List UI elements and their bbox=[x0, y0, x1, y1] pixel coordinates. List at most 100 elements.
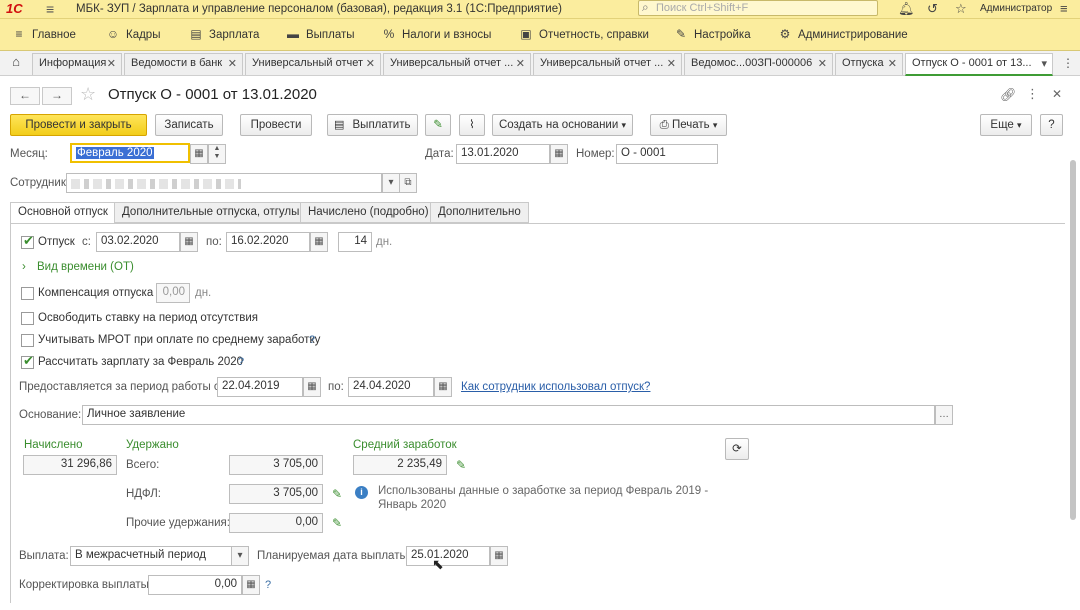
date-input[interactable]: 13.01.2020 bbox=[456, 144, 550, 164]
pencil-icon[interactable]: ✎ bbox=[332, 516, 342, 530]
print-button[interactable]: ⎙ Печать ▾ bbox=[650, 114, 727, 136]
basis-input[interactable]: Личное заявление bbox=[82, 405, 935, 425]
close-icon[interactable]: ✕ bbox=[888, 57, 897, 70]
close-icon[interactable]: ✕ bbox=[228, 57, 237, 70]
employee-dropdown-button[interactable]: ▾ bbox=[382, 173, 400, 193]
tab-information[interactable]: Информация ✕ bbox=[32, 53, 122, 75]
more-tabs-icon[interactable]: ⋮ bbox=[1062, 56, 1074, 70]
save-button[interactable]: Записать bbox=[155, 114, 223, 136]
period-from-calendar-button[interactable]: ▦ bbox=[303, 377, 321, 397]
correction-calculator-button[interactable]: ▦ bbox=[242, 575, 260, 595]
help-icon[interactable]: ? bbox=[265, 579, 271, 591]
close-icon[interactable]: ✕ bbox=[516, 57, 525, 70]
calculator-icon: ▤ bbox=[190, 27, 202, 41]
correction-input[interactable]: 0,00 bbox=[148, 575, 242, 595]
month-stepper[interactable]: ▲ ▼ bbox=[208, 144, 226, 164]
mrot-checkbox[interactable] bbox=[21, 334, 34, 347]
close-icon[interactable]: ✕ bbox=[667, 57, 676, 70]
menu-item-personnel[interactable]: ☺ Кадры bbox=[106, 27, 161, 41]
compensation-checkbox[interactable] bbox=[21, 287, 34, 300]
tab-universal-report-1[interactable]: Универсальный отчет ✕ bbox=[245, 53, 381, 75]
tab-accrued-details[interactable]: Начислено (подробно) bbox=[300, 202, 437, 223]
tab-universal-report-2[interactable]: Универсальный отчет ... ✕ bbox=[383, 53, 531, 75]
menu-item-payments[interactable]: ▬ Выплаты bbox=[286, 27, 355, 41]
more-vertical-icon[interactable]: ⋮ bbox=[1026, 86, 1039, 102]
home-icon[interactable]: ⌂ bbox=[4, 54, 28, 74]
calc-salary-checkbox[interactable] bbox=[21, 353, 34, 369]
close-icon[interactable]: ✕ bbox=[1052, 87, 1062, 101]
menu-item-taxes[interactable]: % Налоги и взносы bbox=[382, 27, 492, 41]
pencil-icon: ✎ bbox=[433, 119, 443, 131]
basis-select-button[interactable]: … bbox=[935, 405, 953, 425]
create-based-on-button[interactable]: Создать на основании ▾ bbox=[492, 114, 633, 136]
tab-bank-statements[interactable]: Ведомости в банк ✕ bbox=[124, 53, 243, 75]
window-menu-icon[interactable]: ≡ bbox=[1060, 1, 1068, 16]
payout-dropdown-button[interactable]: ▾ bbox=[231, 546, 249, 566]
free-rate-checkbox[interactable] bbox=[21, 312, 34, 325]
payout-select[interactable]: В межрасчетный период bbox=[70, 546, 232, 566]
menu-item-main[interactable]: ≡ Главное bbox=[12, 27, 75, 41]
refresh-button[interactable]: ⟳ bbox=[725, 438, 749, 460]
tab-universal-report-3[interactable]: Универсальный отчет ... ✕ bbox=[533, 53, 682, 75]
help-icon[interactable]: ? bbox=[309, 334, 315, 346]
favorites-star-icon[interactable]: ☆ bbox=[955, 1, 967, 17]
post-and-close-button[interactable]: Провести и закрыть bbox=[10, 114, 147, 136]
month-input[interactable]: Февраль 2020 bbox=[70, 143, 190, 163]
number-input[interactable]: О - 0001 bbox=[616, 144, 718, 164]
forward-button[interactable]: → bbox=[42, 87, 72, 105]
close-icon[interactable]: ✕ bbox=[818, 57, 827, 70]
chevron-right-icon[interactable]: › bbox=[22, 261, 26, 273]
tab-additional-vacations[interactable]: Дополнительные отпуска, отгулы bbox=[114, 202, 308, 223]
days-input[interactable]: 14 bbox=[338, 232, 372, 252]
edit-button[interactable]: ✎ bbox=[425, 114, 451, 136]
menu-icon[interactable]: ≡ bbox=[46, 1, 54, 17]
tab-vacations[interactable]: Отпуска ✕ bbox=[835, 53, 903, 75]
menu-item-settings[interactable]: ✎ Настройка bbox=[674, 27, 751, 41]
vacation-usage-link[interactable]: Как сотрудник использовал отпуск? bbox=[461, 381, 650, 393]
period-from-input[interactable]: 22.04.2019 bbox=[217, 377, 303, 397]
to-calendar-button[interactable]: ▦ bbox=[310, 232, 328, 252]
menu-item-administration[interactable]: ⚙ Администрирование bbox=[778, 27, 908, 41]
from-calendar-button[interactable]: ▦ bbox=[180, 232, 198, 252]
back-button[interactable]: ← bbox=[10, 87, 40, 105]
pencil-icon[interactable]: ✎ bbox=[332, 487, 342, 501]
planned-date-input[interactable]: 25.01.2020 bbox=[406, 546, 490, 566]
vacation-to-input[interactable]: 16.02.2020 bbox=[226, 232, 310, 252]
scrollbar-thumb[interactable] bbox=[1070, 160, 1076, 520]
calendar-button[interactable]: ▦ bbox=[190, 144, 208, 164]
period-to-input[interactable]: 24.04.2020 bbox=[348, 377, 434, 397]
vacation-checkbox[interactable] bbox=[21, 233, 34, 249]
favorite-star-icon[interactable]: ☆ bbox=[80, 84, 96, 105]
tab-main-vacation[interactable]: Основной отпуск bbox=[10, 202, 116, 224]
planned-date-label: Планируемая дата выплаты: bbox=[257, 550, 411, 562]
pay-button[interactable]: ▤ Выплатить bbox=[327, 114, 418, 136]
vertical-scrollbar[interactable] bbox=[1069, 160, 1077, 600]
time-type-link[interactable]: Вид времени (ОТ) bbox=[37, 261, 134, 273]
close-icon[interactable]: ✕ bbox=[366, 57, 375, 70]
tab-statement-document[interactable]: Ведомос...00ЗП-000006 ✕ bbox=[684, 53, 833, 75]
bell-icon[interactable]: 🔔︎ bbox=[898, 1, 915, 17]
tab-vacation-document[interactable]: Отпуск О - 0001 от 13... ▾ bbox=[905, 53, 1053, 76]
help-icon[interactable]: ? bbox=[238, 356, 244, 368]
compensation-days-input[interactable]: 0,00 bbox=[156, 283, 190, 303]
tab-additional[interactable]: Дополнительно bbox=[430, 202, 529, 223]
menu-item-salary[interactable]: ▤ Зарплата bbox=[189, 27, 259, 41]
period-to-calendar-button[interactable]: ▦ bbox=[434, 377, 452, 397]
more-button[interactable]: Еще ▾ bbox=[980, 114, 1032, 136]
post-button[interactable]: Провести bbox=[240, 114, 312, 136]
history-icon[interactable]: ↺ bbox=[927, 1, 938, 17]
menu-item-reports[interactable]: ▣ Отчетность, справки bbox=[519, 27, 649, 41]
pencil-icon[interactable]: ✎ bbox=[456, 458, 466, 472]
link-icon[interactable]: 🔗︎ bbox=[1000, 87, 1017, 103]
global-search-input[interactable]: ⌕ Поиск Ctrl+Shift+F bbox=[638, 0, 878, 16]
planned-date-calendar-button[interactable]: ▦ bbox=[490, 546, 508, 566]
attach-button[interactable]: ⌇ bbox=[459, 114, 485, 136]
vacation-from-input[interactable]: 03.02.2020 bbox=[96, 232, 180, 252]
employee-input[interactable] bbox=[66, 173, 382, 193]
help-button[interactable]: ? bbox=[1040, 114, 1063, 136]
date-calendar-button[interactable]: ▦ bbox=[550, 144, 568, 164]
close-icon[interactable]: ✕ bbox=[107, 57, 116, 70]
chevron-down-icon[interactable]: ▾ bbox=[1041, 57, 1047, 70]
employee-open-button[interactable]: ⧉ bbox=[399, 173, 417, 193]
current-user[interactable]: Администратор bbox=[980, 3, 1052, 14]
